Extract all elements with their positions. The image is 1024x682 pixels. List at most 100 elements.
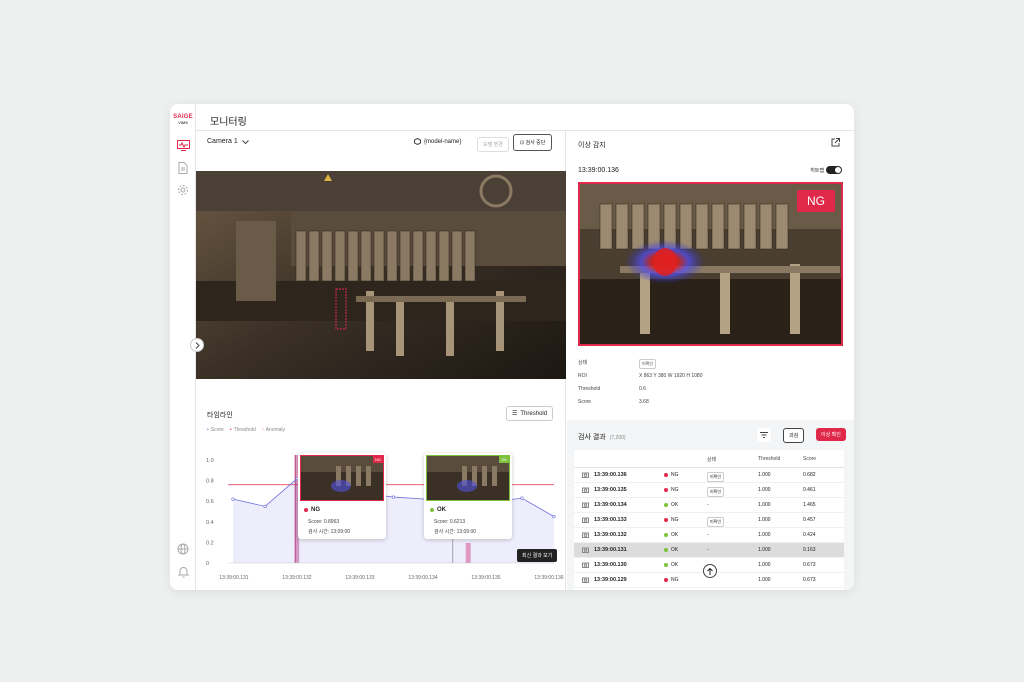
chart-legend: Score Threshold Anomaly: [207, 427, 285, 433]
camera-icon: [582, 502, 589, 510]
x-tick-label: 13:39:00.136: [534, 575, 563, 581]
monitor-icon[interactable]: [176, 138, 190, 152]
threshold-button[interactable]: ☰ Threshold: [506, 406, 554, 421]
row-threshold: 1.000: [758, 532, 771, 538]
row-time: 13:39:00.133: [594, 517, 627, 523]
row-score: 1.465: [803, 502, 816, 508]
info-score: Score 3.68: [578, 399, 649, 405]
model-change-button[interactable]: 모델 변경: [477, 137, 509, 152]
time-text: 검사 시간: 13:09:00: [434, 529, 477, 535]
x-tick-label: 13:39:00.135: [471, 575, 500, 581]
cube-icon: [414, 138, 421, 145]
external-link-icon[interactable]: [831, 138, 840, 149]
row-check-tag: 미확인: [707, 472, 725, 482]
heatmap-label: 히트맵: [810, 168, 824, 174]
camera-panel: Camera 1 {model-name} 모델 변경 ⊡ 검사 중단 타임라인…: [190, 130, 566, 590]
table-row[interactable]: 13:39:00.131 OK - 1.000 0.163: [574, 543, 844, 558]
score-point: [552, 515, 556, 519]
status: NG: [304, 507, 320, 513]
row-time: 13:39:00.130: [594, 562, 627, 568]
detection-time: 13:39:00.136: [578, 167, 619, 174]
expand-sidebar-button[interactable]: [190, 338, 204, 352]
row-score: 0.461: [803, 487, 816, 493]
row-status: OK: [664, 502, 678, 508]
row-status: NG: [664, 487, 679, 493]
stop-inspection-button[interactable]: ⊡ 검사 중단: [513, 134, 553, 151]
camera-icon: [582, 532, 589, 540]
table-row[interactable]: 13:39:00.132 OK - 1.000 0.424: [574, 528, 844, 543]
status-dot: [664, 488, 668, 492]
confirm-anomaly-button[interactable]: 이상 확인: [816, 428, 846, 441]
sliders-icon: ☰: [512, 411, 518, 417]
row-time: 13:39:00.129: [594, 577, 627, 583]
page-title: 모니터링: [210, 117, 247, 128]
past-inspection-button[interactable]: 과검: [783, 428, 805, 443]
row-check-tag: 미확인: [707, 517, 725, 527]
row-time: 13:39:00.132: [594, 532, 627, 538]
chevron-down-icon: [241, 139, 249, 144]
row-threshold: 1.000: [758, 562, 771, 568]
table-row[interactable]: 13:39:00.135 NG 미확인 1.000 0.461: [574, 483, 844, 498]
filter-icon: [760, 432, 768, 438]
row-threshold: 1.000: [758, 502, 771, 508]
model-name: {model-name}: [414, 138, 461, 145]
camera-icon: [582, 562, 589, 570]
status-dot: [664, 533, 668, 537]
info-threshold: Threshold 0.6: [578, 386, 646, 392]
filter-button[interactable]: [757, 428, 771, 442]
table-row[interactable]: 13:39:00.136 NG 미확인 1.000 0.682: [574, 468, 844, 483]
row-score: 0.682: [803, 472, 816, 478]
timeline-chart[interactable]: 1.0 0.8 0.6 0.4 0.2 0 13:39:00.131 13:39:00.132…: [196, 440, 566, 590]
row-score: 0.424: [803, 532, 816, 538]
row-threshold: 1.000: [758, 472, 771, 478]
x-tick-label: 13:39:00.133: [345, 575, 374, 581]
ng-result-badge: NG: [797, 190, 835, 212]
gear-icon[interactable]: [176, 183, 190, 197]
y-tick-label: 0.2: [206, 540, 214, 546]
row-time: 13:39:00.131: [594, 547, 627, 553]
bell-icon[interactable]: [176, 565, 190, 579]
score-point: [391, 495, 396, 499]
status-dot: [304, 508, 308, 512]
status-dot: [664, 548, 668, 552]
detection-panel: 이상 감지 13:39:00.136 히트맵 NG 상태 미확인 ROI X 8…: [567, 130, 854, 590]
row-threshold: 1.000: [758, 547, 771, 553]
row-score: 0.163: [803, 547, 816, 553]
row-status: NG: [664, 517, 679, 523]
camera-feed: [196, 171, 566, 379]
ng-badge: NG: [373, 456, 383, 463]
scroll-top-button[interactable]: [703, 564, 717, 578]
score-text: Score: 0.6213: [434, 519, 466, 525]
camera-icon: [582, 517, 589, 525]
x-tick-label: 13:39:00.134: [408, 575, 437, 581]
row-check-tag: 미확인: [707, 487, 725, 497]
results-title: 검사 결과 (7,200): [578, 434, 626, 441]
tooltip-card-ok: OK OK Score: 0.6213 검사 시간: 13:09:00: [424, 453, 512, 539]
table-row[interactable]: 13:39:00.134 OK - 1.000 1.465: [574, 498, 844, 513]
row-status: NG: [664, 577, 679, 583]
thumbnail: [300, 455, 384, 501]
heatmap-toggle[interactable]: [826, 166, 842, 174]
row-status: OK: [664, 532, 678, 538]
row-check: -: [707, 532, 709, 538]
score-point: [231, 497, 235, 501]
score-point: [263, 504, 267, 508]
status-dot: [664, 503, 668, 507]
camera-icon: [582, 547, 589, 555]
logo: SAIGE VIMS: [173, 114, 193, 125]
camera-select[interactable]: Camera 1: [207, 138, 249, 145]
y-tick-label: 0.4: [206, 520, 214, 526]
table-row[interactable]: 13:39:00.133 NG 미확인 1.000 0.457: [574, 513, 844, 528]
status-dot: [664, 518, 668, 522]
tooltip-card-ng: NG NG Score: 0.8963 검사 시간: 13:09:00: [298, 453, 386, 539]
detection-title: 이상 감지: [578, 142, 606, 149]
globe-icon[interactable]: [176, 542, 190, 556]
document-icon[interactable]: [176, 161, 190, 175]
status-dot: [664, 578, 668, 582]
row-score: 0.673: [803, 562, 816, 568]
row-threshold: 1.000: [758, 577, 771, 583]
row-check: -: [707, 502, 709, 508]
y-tick-label: 0: [206, 561, 209, 567]
y-tick-label: 1.0: [206, 458, 214, 464]
main-area: 모니터링 Camera 1 {model-name} 모델 변경 ⊡ 검사 중단: [190, 104, 854, 590]
